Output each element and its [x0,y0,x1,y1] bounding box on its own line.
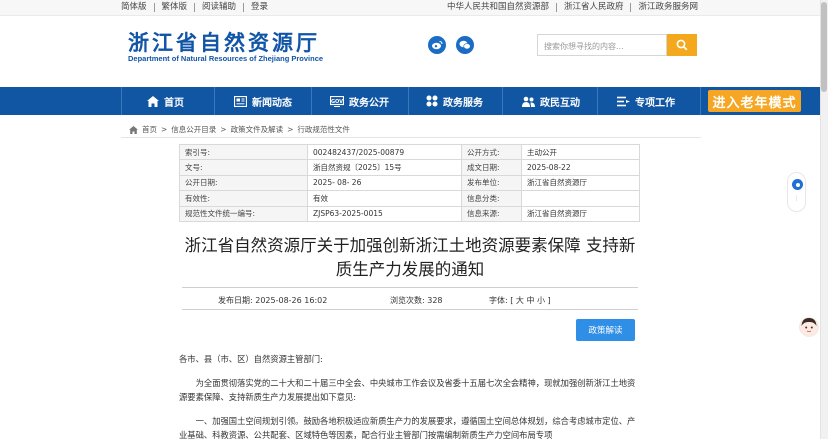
table-row: 索引号: 002482437/2025-00879 公开方式: 主动公开 [179,143,640,161]
page-scrollbar[interactable] [820,0,828,439]
nav-divider [700,87,701,115]
table-row: 有效性: 有效 信息分类: [179,190,640,207]
assistant-avatar-icon[interactable] [799,316,819,338]
article-title: 浙江省自然资源厅关于加强创新浙江土地资源要素保障 支持新质生产力发展的通知 [184,236,636,279]
wechat-icon[interactable] [456,36,474,54]
scrollbar-thumb[interactable] [821,2,827,92]
table-row: 规范性文件统一编号: ZJSP63-2025-0015 信息来源: 浙江省自然资… [179,205,640,222]
nav-divider [597,87,598,115]
weibo-icon[interactable] [428,36,446,54]
nav-item-gov-open[interactable]: GOV 政务公开 [330,87,389,115]
breadcrumb-home[interactable]: 首页 [142,124,157,135]
link-gov-service[interactable]: 浙江政务服务网 [631,3,698,12]
nav-item-special-work[interactable]: 专项工作 [617,87,675,115]
divider [182,287,638,288]
search-input[interactable]: 搜索你想寻找的内容... [537,34,667,56]
policy-interpretation-button[interactable]: 政策解读 [576,319,635,341]
home-icon [129,125,138,134]
breadcrumb-separator: > [161,125,168,134]
top-left-links: 简体版 繁体版 阅读辅助 登录 [121,3,275,12]
search-icon [676,39,688,51]
nav-divider [214,87,215,115]
main-nav: 首页 新闻动态 GOV 政务公开 政务服务 政民互动 专项工作 [0,87,820,115]
top-right-links: 中华人民共和国自然资源部 浙江省人民政府 浙江政务服务网 [440,3,698,12]
font-size-switcher[interactable]: 字体: [ 大 中 小 ] [489,295,551,306]
nav-divider [311,87,312,115]
location-icon[interactable] [792,179,803,190]
elder-mode-button[interactable]: 进入老年模式 [708,90,801,112]
link-traditional[interactable]: 繁体版 [155,3,196,12]
publish-date: 发布日期: 2025-08-26 16:02 [218,296,328,305]
service-icon [426,95,438,107]
document-meta-table: 索引号: 002482437/2025-00879 公开方式: 主动公开 文号:… [179,143,640,222]
news-icon [234,95,247,107]
site-subtitle: Department of Natural Resources of Zheji… [128,54,324,63]
breadcrumb-separator: > [220,125,227,134]
divider [182,309,638,310]
link-login[interactable]: 登录 [244,3,275,12]
home-icon [147,95,159,107]
view-count: 浏览次数: 328 [390,296,443,305]
breadcrumb-info-directory[interactable]: 信息公开目录 [171,124,216,135]
breadcrumb: 首页 > 信息公开目录 > 政策文件及解读 > 行政规范性文件 [129,124,350,135]
nav-divider [121,87,122,115]
svg-text:GOV: GOV [331,99,343,105]
nav-item-home[interactable]: 首页 [147,87,184,115]
breadcrumb-admin-docs[interactable]: 行政规范性文件 [297,124,350,135]
interaction-icon [522,96,535,107]
link-provincial-gov[interactable]: 浙江省人民政府 [557,3,632,12]
top-utility-bar: 简体版 繁体版 阅读辅助 登录 中华人民共和国自然资源部 浙江省人民政府 浙江政… [0,0,820,16]
paragraph: 为全面贯彻落实党的二十大和二十届三中全会、中央城市工作会议及省委十五届七次全会精… [179,377,636,403]
salutation: 各市、县（市、区）自然资源主管部门: [179,354,323,364]
gov-open-icon: GOV [330,95,344,107]
nav-item-interaction[interactable]: 政民互动 [522,87,580,115]
paragraph: 一、加强国土空间规划引领。鼓励各地积极适应新质生产力的发展要求，遵循国土空间总体… [179,415,636,439]
nav-item-service[interactable]: 政务服务 [426,87,483,115]
site-header: 浙江省自然资源厅 Department of Natural Resources… [0,16,820,87]
link-reading-aid[interactable]: 阅读辅助 [195,3,245,12]
more-icon[interactable]: ⋮ [788,195,805,202]
floating-toolbar: ⋮ [787,172,806,212]
search-button[interactable] [667,34,697,56]
table-row: 文号: 浙自然资规〔2025〕15号 成文日期: 2025-08-22 [179,159,640,176]
site-title[interactable]: 浙江省自然资源厅 [128,27,320,57]
table-row: 公开日期: 2025- 08- 26 发布单位: 浙江省自然资源厅 [179,174,640,192]
nav-item-news[interactable]: 新闻动态 [234,87,292,115]
breadcrumb-policy-docs[interactable]: 政策文件及解读 [231,124,284,135]
nav-divider [408,87,409,115]
article-body: 各市、县（市、区）自然资源主管部门: 为全面贯彻落实党的二十大和二十届三中全会、… [179,352,641,439]
special-work-icon [617,96,630,106]
breadcrumb-separator: > [287,125,294,134]
link-simplified[interactable]: 简体版 [121,3,155,12]
link-ministry[interactable]: 中华人民共和国自然资源部 [440,3,557,12]
nav-divider [502,87,503,115]
divider [121,137,701,138]
